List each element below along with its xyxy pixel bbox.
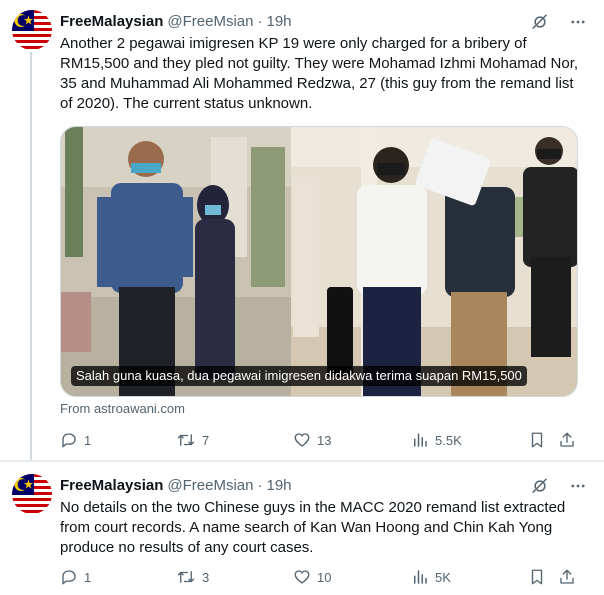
avatar[interactable] — [12, 10, 52, 50]
thread-line — [30, 52, 32, 460]
reply-icon — [62, 433, 76, 448]
news-photo — [61, 127, 577, 396]
link-source[interactable]: From astroawani.com — [60, 401, 185, 416]
reply-button[interactable]: 1 — [60, 430, 91, 450]
views-button[interactable]: 5K — [411, 567, 451, 587]
header-actions — [530, 12, 588, 32]
retweet-icon — [177, 571, 195, 583]
retweet-button[interactable]: 7 — [176, 430, 209, 450]
views-icon — [414, 433, 427, 447]
tweet-header: FreeMalaysian @FreeMsian · 19h — [60, 11, 292, 31]
user-handle[interactable]: @FreeMsian — [167, 13, 253, 30]
like-button[interactable]: 13 — [293, 430, 331, 450]
retweet-button[interactable]: 3 — [176, 567, 209, 587]
like-count: 10 — [317, 569, 332, 585]
share-button[interactable] — [558, 567, 576, 587]
tweet-text: Another 2 pegawai imigresen KP 19 were o… — [60, 35, 579, 112]
malaysia-flag-avatar — [12, 474, 52, 514]
grok-icon[interactable] — [530, 12, 550, 32]
retweet-count: 3 — [202, 569, 210, 585]
more-icon[interactable] — [568, 476, 588, 496]
reply-count: 1 — [84, 432, 92, 448]
retweet-count: 7 — [202, 432, 210, 448]
tweet-header: FreeMalaysian @FreeMsian · 19h — [60, 475, 292, 495]
share-icon — [560, 432, 574, 447]
bookmark-icon — [531, 432, 543, 448]
avatar[interactable] — [12, 474, 52, 514]
reply-button[interactable]: 1 — [60, 567, 91, 587]
views-count: 5K — [435, 569, 451, 585]
like-count: 13 — [317, 432, 332, 448]
media-card[interactable]: Salah guna kuasa, dua pegawai imigresen … — [60, 126, 578, 397]
header-actions — [530, 476, 588, 496]
display-name[interactable]: FreeMalaysian — [60, 477, 163, 494]
action-bar: 1 7 13 5.5K — [60, 430, 580, 450]
action-bar: 1 3 10 5K — [60, 567, 580, 587]
tweet[interactable]: FreeMalaysian @FreeMsian · 19h No detail… — [0, 462, 604, 595]
media-caption: Salah guna kuasa, dua pegawai imigresen … — [71, 366, 527, 386]
tweet[interactable]: FreeMalaysian @FreeMsian · 19h Another 2… — [0, 0, 604, 460]
share-icon — [560, 569, 574, 584]
retweet-icon — [177, 434, 195, 446]
separator-dot: · — [257, 12, 263, 30]
reply-count: 1 — [84, 569, 92, 585]
like-icon — [294, 433, 310, 447]
views-count: 5.5K — [435, 432, 462, 448]
bookmark-button[interactable] — [528, 567, 546, 587]
timestamp[interactable]: 19h — [266, 477, 291, 494]
malaysia-flag-avatar — [12, 10, 52, 50]
grok-icon[interactable] — [530, 476, 550, 496]
share-button[interactable] — [558, 430, 576, 450]
like-icon — [294, 570, 310, 584]
tweet-text: No details on the two Chinese guys in th… — [60, 499, 566, 556]
bookmark-button[interactable] — [528, 430, 546, 450]
like-button[interactable]: 10 — [293, 567, 331, 587]
timestamp[interactable]: 19h — [266, 13, 291, 30]
reply-icon — [62, 570, 76, 585]
more-icon[interactable] — [568, 12, 588, 32]
views-icon — [414, 570, 427, 584]
separator-dot: · — [257, 476, 263, 494]
bookmark-icon — [531, 569, 543, 585]
display-name[interactable]: FreeMalaysian — [60, 13, 163, 30]
user-handle[interactable]: @FreeMsian — [167, 477, 253, 494]
views-button[interactable]: 5.5K — [411, 430, 462, 450]
